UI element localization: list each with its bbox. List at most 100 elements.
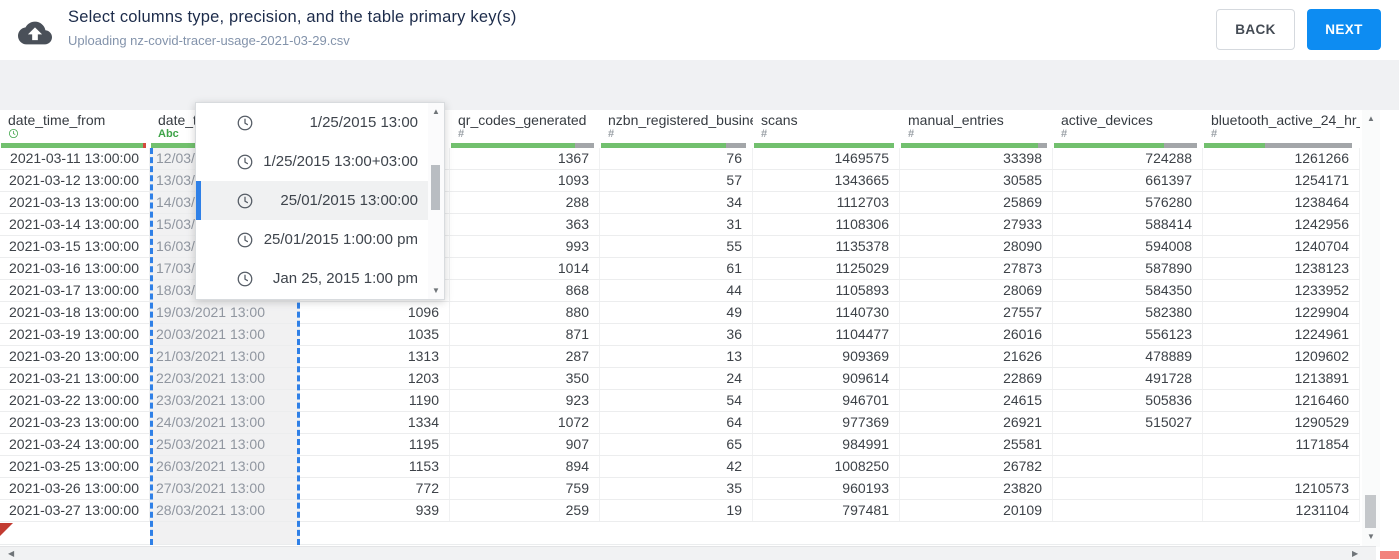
table-cell[interactable]: 1096 <box>300 302 450 323</box>
table-cell[interactable]: 1238123 <box>1203 258 1360 279</box>
table-cell[interactable]: 993 <box>450 236 600 257</box>
table-cell[interactable]: 576280 <box>1053 192 1203 213</box>
table-cell[interactable]: 1014 <box>450 258 600 279</box>
table-cell[interactable]: 1171854 <box>1203 434 1360 455</box>
vertical-scrollbar[interactable]: ▲ ▼ <box>1362 110 1380 547</box>
table-cell[interactable]: 33398 <box>900 148 1053 169</box>
table-cell[interactable]: 556123 <box>1053 324 1203 345</box>
table-cell[interactable]: 61 <box>600 258 753 279</box>
table-cell[interactable]: 13 <box>600 346 753 367</box>
table-cell[interactable] <box>1053 456 1203 477</box>
dropdown-scroll-thumb[interactable] <box>431 165 440 210</box>
table-cell[interactable]: 2021-03-23 13:00:00 <box>0 412 150 433</box>
table-cell[interactable]: 1125029 <box>753 258 900 279</box>
table-cell[interactable]: 23820 <box>900 478 1053 499</box>
table-cell[interactable]: 363 <box>450 214 600 235</box>
column-header[interactable]: active_devices # <box>1053 110 1203 148</box>
scroll-up-icon[interactable]: ▲ <box>1362 114 1380 123</box>
table-cell[interactable]: 1334 <box>300 412 450 433</box>
table-cell[interactable]: 26/03/2021 13:00 <box>150 456 300 477</box>
table-cell[interactable]: 22869 <box>900 368 1053 389</box>
table-cell[interactable]: 27933 <box>900 214 1053 235</box>
table-cell[interactable]: 2021-03-26 13:00:00 <box>0 478 150 499</box>
table-cell[interactable]: 594008 <box>1053 236 1203 257</box>
table-cell[interactable]: 939 <box>300 500 450 521</box>
table-cell[interactable]: 1209602 <box>1203 346 1360 367</box>
table-cell[interactable]: 22/03/2021 13:00 <box>150 368 300 389</box>
vertical-scroll-thumb[interactable] <box>1365 495 1376 528</box>
table-cell[interactable]: 2021-03-25 13:00:00 <box>0 456 150 477</box>
table-cell[interactable]: 1104477 <box>753 324 900 345</box>
table-cell[interactable]: 1108306 <box>753 214 900 235</box>
table-cell[interactable]: 65 <box>600 434 753 455</box>
table-cell[interactable]: 24615 <box>900 390 1053 411</box>
table-cell[interactable]: 1093 <box>450 170 600 191</box>
table-cell[interactable]: 1072 <box>450 412 600 433</box>
table-cell[interactable]: 772 <box>300 478 450 499</box>
table-cell[interactable]: 1233952 <box>1203 280 1360 301</box>
table-cell[interactable]: 2021-03-16 13:00:00 <box>0 258 150 279</box>
table-cell[interactable]: 35 <box>600 478 753 499</box>
table-cell[interactable]: 1008250 <box>753 456 900 477</box>
table-cell[interactable]: 350 <box>450 368 600 389</box>
table-cell[interactable]: 478889 <box>1053 346 1203 367</box>
table-cell[interactable]: 1203 <box>300 368 450 389</box>
table-cell[interactable]: 26782 <box>900 456 1053 477</box>
table-cell[interactable]: 2021-03-13 13:00:00 <box>0 192 150 213</box>
table-cell[interactable]: 2021-03-27 13:00:00 <box>0 500 150 521</box>
table-cell[interactable]: 505836 <box>1053 390 1203 411</box>
table-cell[interactable]: 587890 <box>1053 258 1203 279</box>
scroll-down-icon[interactable]: ▼ <box>1362 532 1380 541</box>
table-cell[interactable]: 31 <box>600 214 753 235</box>
scroll-up-icon[interactable]: ▲ <box>428 107 444 116</box>
table-cell[interactable]: 491728 <box>1053 368 1203 389</box>
table-cell[interactable] <box>1053 500 1203 521</box>
table-cell[interactable]: 1140730 <box>753 302 900 323</box>
table-cell[interactable]: 515027 <box>1053 412 1203 433</box>
table-cell[interactable]: 2021-03-18 13:00:00 <box>0 302 150 323</box>
table-cell[interactable]: 1231104 <box>1203 500 1360 521</box>
table-cell[interactable]: 1153 <box>300 456 450 477</box>
table-cell[interactable]: 26921 <box>900 412 1053 433</box>
table-cell[interactable]: 2021-03-17 13:00:00 <box>0 280 150 301</box>
table-cell[interactable]: 1195 <box>300 434 450 455</box>
scroll-right-icon[interactable]: ▶ <box>1352 549 1358 558</box>
table-cell[interactable]: 977369 <box>753 412 900 433</box>
table-cell[interactable]: 588414 <box>1053 214 1203 235</box>
format-option[interactable]: 1/25/2015 13:00+03:00 <box>196 142 428 181</box>
table-cell[interactable]: 54 <box>600 390 753 411</box>
table-cell[interactable]: 1367 <box>450 148 600 169</box>
format-option[interactable]: 1/25/2015 13:00 <box>196 103 428 142</box>
table-cell[interactable]: 661397 <box>1053 170 1203 191</box>
table-cell[interactable]: 28/03/2021 13:00 <box>150 500 300 521</box>
table-cell[interactable]: 27/03/2021 13:00 <box>150 478 300 499</box>
column-header[interactable]: manual_entries # <box>900 110 1053 148</box>
table-cell[interactable]: 55 <box>600 236 753 257</box>
table-cell[interactable]: 724288 <box>1053 148 1203 169</box>
table-cell[interactable] <box>1053 434 1203 455</box>
table-cell[interactable]: 960193 <box>753 478 900 499</box>
table-cell[interactable]: 1105893 <box>753 280 900 301</box>
table-cell[interactable]: 797481 <box>753 500 900 521</box>
table-cell[interactable]: 288 <box>450 192 600 213</box>
table-cell[interactable]: 57 <box>600 170 753 191</box>
table-cell[interactable]: 894 <box>450 456 600 477</box>
table-cell[interactable]: 25/03/2021 13:00 <box>150 434 300 455</box>
table-cell[interactable]: 1343665 <box>753 170 900 191</box>
table-cell[interactable]: 1210573 <box>1203 478 1360 499</box>
table-cell[interactable]: 27873 <box>900 258 1053 279</box>
table-cell[interactable]: 923 <box>450 390 600 411</box>
table-cell[interactable]: 23/03/2021 13:00 <box>150 390 300 411</box>
table-cell[interactable]: 2021-03-24 13:00:00 <box>0 434 150 455</box>
table-cell[interactable]: 42 <box>600 456 753 477</box>
table-cell[interactable]: 2021-03-20 13:00:00 <box>0 346 150 367</box>
table-cell[interactable]: 1290529 <box>1203 412 1360 433</box>
format-option[interactable]: 25/01/2015 13:00:00 <box>196 181 428 220</box>
table-cell[interactable]: 880 <box>450 302 600 323</box>
scroll-left-icon[interactable]: ◀ <box>8 549 14 558</box>
table-cell[interactable]: 1135378 <box>753 236 900 257</box>
table-cell[interactable]: 582380 <box>1053 302 1203 323</box>
table-cell[interactable]: 28090 <box>900 236 1053 257</box>
table-cell[interactable]: 24 <box>600 368 753 389</box>
table-cell[interactable]: 907 <box>450 434 600 455</box>
